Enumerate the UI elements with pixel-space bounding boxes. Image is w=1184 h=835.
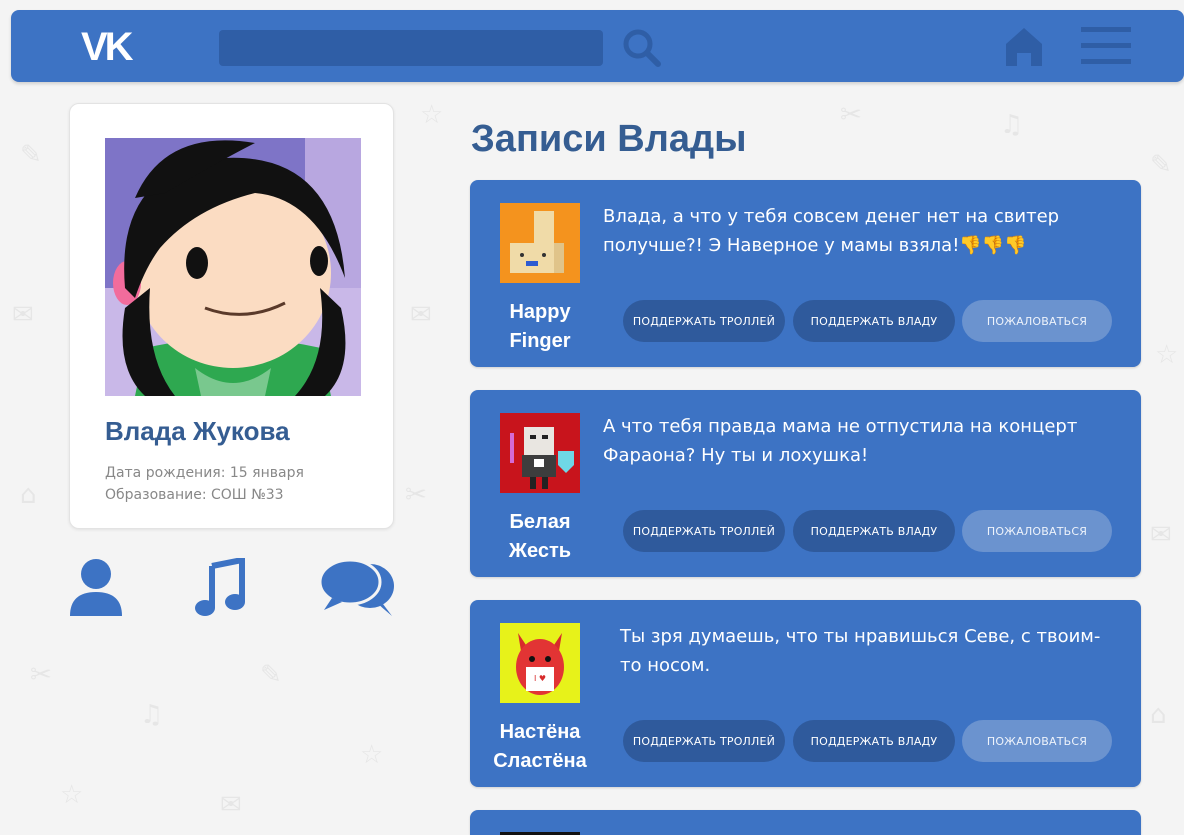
support-vlada-button[interactable]: ПОДДЕРЖАТЬ ВЛАДУ	[793, 300, 955, 342]
report-button[interactable]: ПОЖАЛОВАТЬСЯ	[962, 510, 1112, 552]
post-card: I ♥ Настёна Сластёна Ты зря думаешь, что…	[470, 600, 1141, 787]
author-name-line2: Жесть	[508, 540, 572, 562]
post-text: Ты зря думаешь, что ты нравишься Севе, с…	[620, 626, 1101, 676]
author-avatar[interactable]: I ♥	[500, 623, 580, 703]
post-author[interactable]: Happy Finger	[490, 298, 590, 356]
report-button[interactable]: ПОЖАЛОВАТЬСЯ	[962, 300, 1112, 342]
post-author[interactable]: Белая Жесть	[490, 508, 590, 566]
music-icon[interactable]	[194, 558, 246, 618]
author-name-line2: Finger	[509, 330, 571, 352]
home-icon[interactable]	[1004, 26, 1044, 68]
post-author[interactable]: Настёна Сластёна	[490, 718, 590, 776]
top-navigation-bar: VK	[11, 10, 1184, 82]
svg-text:I ♥: I ♥	[534, 674, 546, 683]
author-avatar[interactable]	[500, 413, 580, 493]
support-trolls-button[interactable]: ПОДДЕРЖАТЬ ТРОЛЛЕЙ	[623, 720, 785, 762]
author-name-line1: Белая	[509, 511, 571, 533]
profile-info: Дата рождения: 15 января Образование: СО…	[105, 462, 304, 506]
report-button[interactable]: ПОЖАЛОВАТЬСЯ	[962, 720, 1112, 762]
feed-title: Записи Влады	[471, 118, 747, 160]
author-name-line1: Happy	[509, 301, 571, 323]
support-vlada-button[interactable]: ПОДДЕРЖАТЬ ВЛАДУ	[793, 720, 955, 762]
search-icon[interactable]	[619, 25, 665, 71]
profile-card: Влада Жукова Дата рождения: 15 января Об…	[69, 103, 394, 529]
author-avatar[interactable]	[500, 203, 580, 283]
messages-icon[interactable]	[318, 558, 396, 618]
support-vlada-button[interactable]: ПОДДЕРЖАТЬ ВЛАДУ	[793, 510, 955, 552]
menu-icon[interactable]	[1081, 27, 1131, 65]
author-name-line1: Настёна	[499, 721, 581, 743]
svg-text:VK: VK	[81, 27, 134, 65]
user-icon[interactable]	[68, 558, 124, 618]
profile-nav-icons	[64, 558, 404, 622]
profile-name: Влада Жукова	[105, 416, 290, 446]
profile-avatar[interactable]	[105, 138, 361, 396]
support-trolls-button[interactable]: ПОДДЕРЖАТЬ ТРОЛЛЕЙ	[623, 300, 785, 342]
post-card	[470, 810, 1141, 835]
post-text: Влада, а что у тебя совсем денег нет на …	[603, 206, 1060, 256]
education: Образование: СОШ №33	[105, 487, 284, 503]
post-card: Happy Finger Влада, а что у тебя совсем …	[470, 180, 1141, 367]
support-trolls-button[interactable]: ПОДДЕРЖАТЬ ТРОЛЛЕЙ	[623, 510, 785, 552]
search-input[interactable]	[219, 30, 603, 66]
birth-date: Дата рождения: 15 января	[105, 465, 304, 481]
post-text: А что тебя правда мама не отпустила на к…	[603, 416, 1078, 466]
post-card: Белая Жесть А что тебя правда мама не от…	[470, 390, 1141, 577]
vk-logo[interactable]: VK	[81, 27, 143, 65]
author-name-line2: Сластёна	[493, 750, 587, 772]
